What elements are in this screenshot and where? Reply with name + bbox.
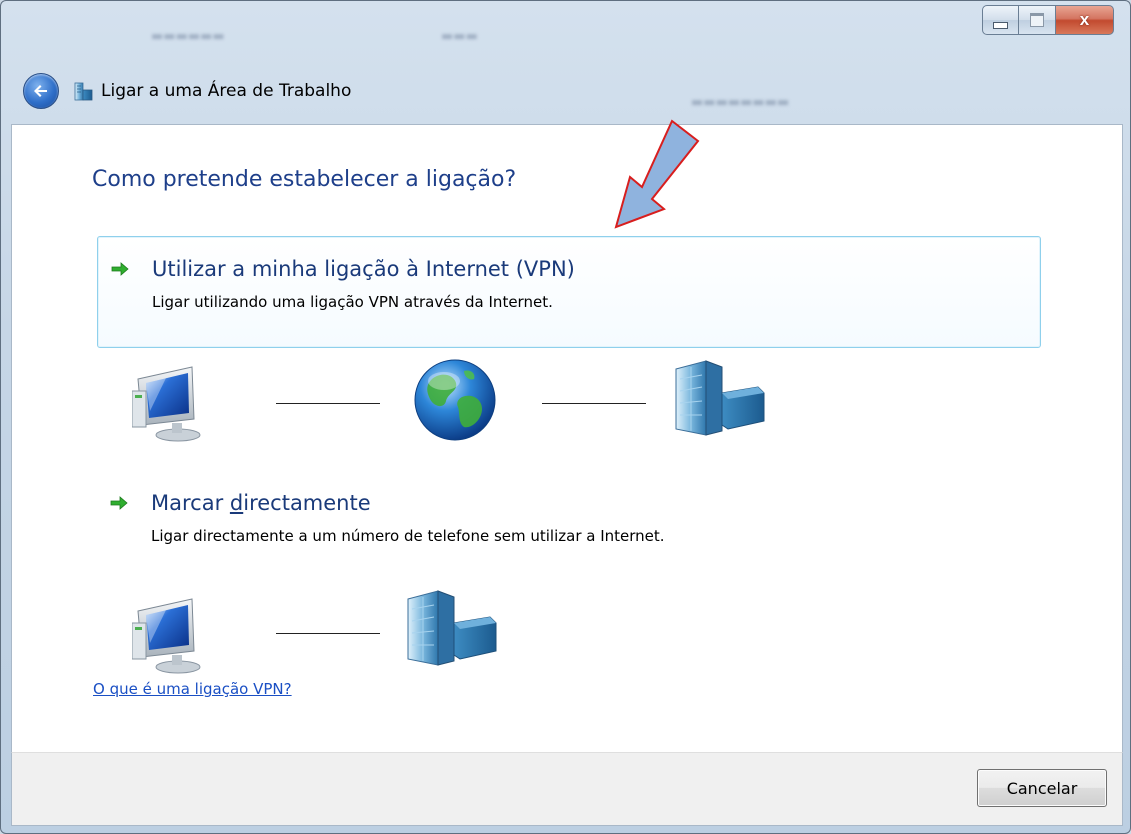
dial-connection-diagram <box>132 585 512 685</box>
annotation-arrow-icon <box>614 119 700 229</box>
wizard-content: Como pretende estabelecer a ligação? Uti… <box>11 124 1123 753</box>
office-building-icon <box>407 590 497 666</box>
wizard-footer: Cancelar <box>11 752 1123 826</box>
green-arrow-icon <box>111 262 129 276</box>
background-titlebar-blur: ▬▬▬▬▬▬ <box>151 29 225 44</box>
vpn-connection-diagram <box>132 353 772 453</box>
vpn-help-link[interactable]: O que é uma ligação VPN? <box>93 680 292 698</box>
minimize-button[interactable] <box>982 5 1019 35</box>
wizard-window: ▬▬▬▬▬▬ ▬▬▬ ▬▬▬▬▬▬▬▬ x Ligar a uma Área d… <box>0 0 1131 834</box>
page-heading: Como pretende estabelecer a ligação? <box>92 167 517 192</box>
option-description: Ligar directamente a um número de telefo… <box>151 527 665 545</box>
background-titlebar-blur: ▬▬▬▬▬▬▬▬ <box>691 95 790 110</box>
option-title-accelerator: d <box>229 491 244 515</box>
option-description: Ligar utilizando uma ligação VPN através… <box>152 293 553 311</box>
window-controls: x <box>982 5 1114 35</box>
option-title: Marcar directamente <box>151 491 371 515</box>
close-icon: x <box>1079 10 1090 29</box>
cancel-button[interactable]: Cancelar <box>977 769 1107 807</box>
option-use-internet-vpn[interactable]: Utilizar a minha ligação à Internet (VPN… <box>97 236 1041 348</box>
background-titlebar-blur: ▬▬▬ <box>441 29 478 44</box>
green-arrow-icon <box>110 496 128 510</box>
connection-line <box>542 403 646 404</box>
computer-icon <box>132 598 201 674</box>
option-title-prefix: Marcar <box>151 491 230 515</box>
maximize-icon <box>1030 13 1044 27</box>
option-title-suffix: irectamente <box>243 491 371 515</box>
network-wizard-icon <box>73 80 95 102</box>
wizard-header: Ligar a uma Área de Trabalho <box>23 73 351 109</box>
globe-icon <box>414 359 496 441</box>
option-dial-directly[interactable]: Marcar directamente Ligar directamente a… <box>97 477 1039 557</box>
back-button[interactable] <box>23 73 59 109</box>
computer-icon <box>132 366 201 442</box>
maximize-button[interactable] <box>1019 5 1056 35</box>
connection-line <box>276 403 380 404</box>
connection-line <box>276 633 380 634</box>
window-title: Ligar a uma Área de Trabalho <box>101 81 352 101</box>
back-arrow-icon <box>34 85 47 97</box>
minimize-icon <box>993 21 1008 29</box>
office-building-icon <box>675 360 765 436</box>
option-title: Utilizar a minha ligação à Internet (VPN… <box>152 257 575 281</box>
close-button[interactable]: x <box>1056 5 1114 35</box>
